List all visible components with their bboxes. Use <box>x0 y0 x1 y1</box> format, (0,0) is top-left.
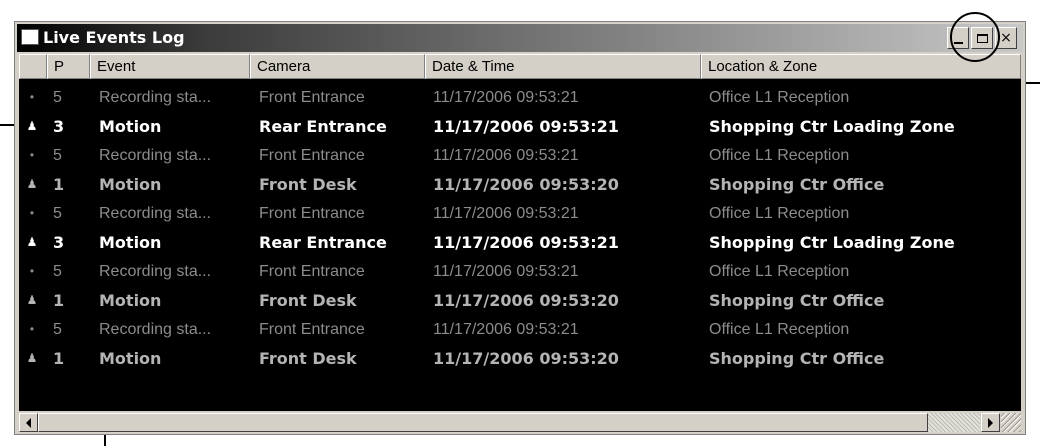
title-bar[interactable]: Live Events Log × <box>17 24 1023 52</box>
priority-cell: 3 <box>53 117 65 136</box>
table-row[interactable]: ♟ 1 Motion Front Desk 11/17/2006 09:53:20 Sho… <box>19 286 1021 315</box>
table-row[interactable]: ♟ 1 Motion Front Desk 11/17/2006 09:53:20 Sho… <box>19 170 1021 199</box>
person-icon: ♟ <box>26 293 38 307</box>
location-zone-cell: Office L1 Reception <box>709 205 850 222</box>
location-zone-cell: Shopping Ctr Office <box>709 175 885 194</box>
priority-cell: 1 <box>53 175 65 194</box>
date-time-cell: 11/17/2006 09:53:21 <box>433 321 579 338</box>
column-header-date-time[interactable]: Date & Time <box>425 54 701 79</box>
date-time-cell: 11/17/2006 09:53:20 <box>433 291 619 310</box>
camera-cell: Front Entrance <box>259 89 365 106</box>
person-icon: ♟ <box>26 177 38 191</box>
column-header-icon[interactable] <box>19 54 47 79</box>
location-zone-cell: Shopping Ctr Loading Zone <box>709 233 955 252</box>
dot-icon: • <box>29 264 35 278</box>
camera-cell: Front Desk <box>259 291 357 310</box>
close-icon: × <box>1000 30 1012 46</box>
highlight-circle <box>950 12 1000 62</box>
date-time-cell: 11/17/2006 09:53:21 <box>433 233 619 252</box>
priority-cell: 5 <box>53 205 62 222</box>
column-header-row: P Event Camera Date & Time Location & Zo… <box>19 54 1021 79</box>
camera-cell: Rear Entrance <box>259 117 387 136</box>
dot-icon: • <box>29 322 35 336</box>
table-row[interactable]: ♟ 3 Motion Rear Entrance 11/17/2006 09:53:21… <box>19 228 1021 257</box>
location-zone-cell: Office L1 Reception <box>709 321 850 338</box>
window-title: Live Events Log <box>43 28 185 47</box>
event-cell: Motion <box>99 291 162 310</box>
scrollbar-thumb[interactable] <box>38 413 928 432</box>
camera-cell: Front Entrance <box>259 147 365 164</box>
column-header-event[interactable]: Event <box>90 54 250 79</box>
date-time-cell: 11/17/2006 09:53:20 <box>433 175 619 194</box>
scrollbar-track[interactable] <box>928 413 980 432</box>
camera-cell: Front Desk <box>259 349 357 368</box>
priority-cell: 5 <box>53 147 62 164</box>
date-time-cell: 11/17/2006 09:53:21 <box>433 263 579 280</box>
event-cell: Recording sta... <box>99 263 212 280</box>
event-cell: Recording sta... <box>99 89 212 106</box>
events-list: • 5 Recording sta... Front Entrance 11/17/20… <box>19 79 1021 411</box>
table-row[interactable]: • 5 Recording sta... Front Entrance 11/17/20… <box>19 199 1021 228</box>
resize-grip-icon[interactable] <box>1001 413 1021 432</box>
date-time-cell: 11/17/2006 09:53:21 <box>433 89 579 106</box>
event-cell: Motion <box>99 117 162 136</box>
column-header-priority[interactable]: P <box>47 54 90 79</box>
date-time-cell: 11/17/2006 09:53:21 <box>433 147 579 164</box>
event-cell: Motion <box>99 233 162 252</box>
table-row[interactable]: • 5 Recording sta... Front Entrance 11/17/20… <box>19 315 1021 344</box>
event-cell: Recording sta... <box>99 205 212 222</box>
location-zone-cell: Office L1 Reception <box>709 147 850 164</box>
table-row[interactable]: • 5 Recording sta... Front Entrance 11/17/20… <box>19 257 1021 286</box>
date-time-cell: 11/17/2006 09:53:20 <box>433 349 619 368</box>
priority-cell: 5 <box>53 263 62 280</box>
priority-cell: 1 <box>53 349 65 368</box>
horizontal-scrollbar[interactable] <box>19 413 1021 432</box>
camera-cell: Front Entrance <box>259 205 365 222</box>
dot-icon: • <box>29 206 35 220</box>
table-row[interactable]: • 5 Recording sta... Front Entrance 11/17/20… <box>19 83 1021 112</box>
location-zone-cell: Office L1 Reception <box>709 263 850 280</box>
priority-cell: 5 <box>53 321 62 338</box>
window-icon <box>21 29 39 45</box>
table-row[interactable]: ♟ 1 Motion Front Desk 11/17/2006 09:53:20 Sho… <box>19 344 1021 373</box>
event-cell: Recording sta... <box>99 147 212 164</box>
date-time-cell: 11/17/2006 09:53:21 <box>433 205 579 222</box>
table-row[interactable]: • 5 Recording sta... Front Entrance 11/17/20… <box>19 141 1021 170</box>
person-icon: ♟ <box>26 235 38 249</box>
location-zone-cell: Shopping Ctr Office <box>709 291 885 310</box>
priority-cell: 3 <box>53 233 65 252</box>
dot-icon: • <box>29 148 35 162</box>
person-icon: ♟ <box>26 119 38 133</box>
location-zone-cell: Office L1 Reception <box>709 89 850 106</box>
scroll-right-button[interactable] <box>981 413 1000 432</box>
camera-cell: Front Desk <box>259 175 357 194</box>
priority-cell: 5 <box>53 89 62 106</box>
location-zone-cell: Shopping Ctr Loading Zone <box>709 117 955 136</box>
arrow-right-icon <box>988 417 993 428</box>
event-cell: Motion <box>99 349 162 368</box>
event-cell: Recording sta... <box>99 321 212 338</box>
scroll-left-button[interactable] <box>19 413 38 432</box>
location-zone-cell: Shopping Ctr Office <box>709 349 885 368</box>
event-cell: Motion <box>99 175 162 194</box>
live-events-log-window: Live Events Log × P Event Camera Date & … <box>14 21 1026 435</box>
priority-cell: 1 <box>53 291 65 310</box>
dot-icon: • <box>29 90 35 104</box>
table-row[interactable]: ♟ 3 Motion Rear Entrance 11/17/2006 09:53:21… <box>19 112 1021 141</box>
date-time-cell: 11/17/2006 09:53:21 <box>433 117 619 136</box>
arrow-left-icon <box>26 417 31 428</box>
camera-cell: Front Entrance <box>259 321 365 338</box>
camera-cell: Front Entrance <box>259 263 365 280</box>
camera-cell: Rear Entrance <box>259 233 387 252</box>
person-icon: ♟ <box>26 351 38 365</box>
column-header-camera[interactable]: Camera <box>250 54 425 79</box>
